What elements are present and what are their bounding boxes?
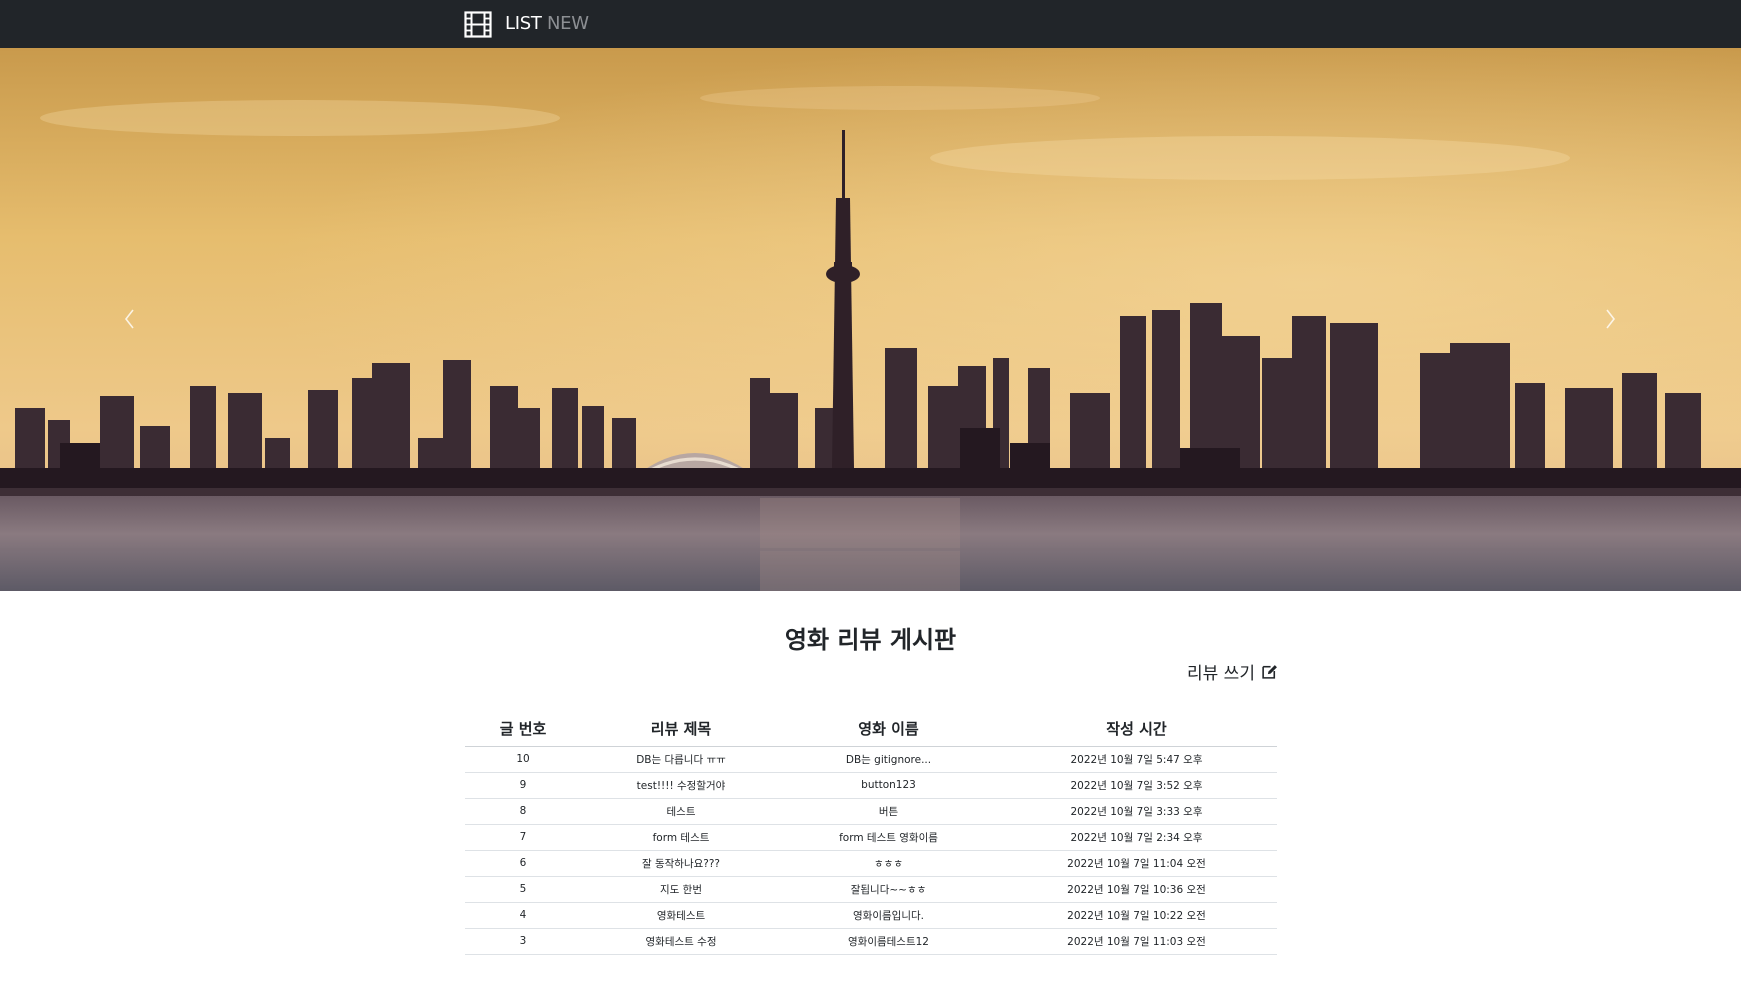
table-header-row: 글 번호 리뷰 제목 영화 이름 작성 시간 xyxy=(465,712,1277,747)
write-review-label: 리뷰 쓰기 xyxy=(1187,663,1255,684)
film-icon[interactable] xyxy=(464,11,492,38)
review-table: 글 번호 리뷰 제목 영화 이름 작성 시간 10 DB는 다릅니다 ㅠㅠ DB는 … xyxy=(465,712,1277,955)
table-row[interactable]: 4 영화테스트 영화이름입니다. 2022년 10월 7일 10:22 오전 xyxy=(465,902,1277,929)
review-number: 5 xyxy=(465,876,581,903)
review-number: 7 xyxy=(465,824,581,851)
movie-name: 잘됩니다~~ㅎㅎ xyxy=(781,876,996,903)
movie-name: 영화이름테스트12 xyxy=(781,928,996,955)
carousel-prev-button[interactable] xyxy=(70,48,190,591)
pencil-square-icon xyxy=(1262,664,1277,679)
board-title: 영화 리뷰 게시판 xyxy=(784,626,957,654)
review-number: 6 xyxy=(465,850,581,877)
movie-name: 영화이름입니다. xyxy=(781,902,996,929)
review-title: 테스트 xyxy=(581,798,781,825)
review-title: test!!!! 수정할거야 xyxy=(581,772,781,799)
created-time: 2022년 10월 7일 10:36 오전 xyxy=(996,876,1277,903)
column-header-time: 작성 시간 xyxy=(996,712,1277,747)
review-title: 영화테스트 수정 xyxy=(581,928,781,955)
review-number: 8 xyxy=(465,798,581,825)
table-row[interactable]: 3 영화테스트 수정 영화이름테스트12 2022년 10월 7일 11:03 오전 xyxy=(465,928,1277,955)
created-time: 2022년 10월 7일 3:52 오후 xyxy=(996,772,1277,799)
table-row[interactable]: 9 test!!!! 수정할거야 button123 2022년 10월 7일 3:5… xyxy=(465,772,1277,799)
top-navbar: LIST NEW xyxy=(0,0,1741,48)
column-header-movie: 영화 이름 xyxy=(781,712,996,747)
column-header-number: 글 번호 xyxy=(465,712,581,747)
created-time: 2022년 10월 7일 5:47 오후 xyxy=(996,746,1277,773)
review-number: 10 xyxy=(465,746,581,773)
table-row[interactable]: 8 테스트 버튼 2022년 10월 7일 3:33 오후 xyxy=(465,798,1277,825)
chevron-right-icon xyxy=(1606,309,1616,329)
review-title: 지도 한번 xyxy=(581,876,781,903)
created-time: 2022년 10월 7일 2:34 오후 xyxy=(996,824,1277,851)
review-number: 3 xyxy=(465,928,581,955)
created-time: 2022년 10월 7일 10:22 오전 xyxy=(996,902,1277,929)
review-number: 4 xyxy=(465,902,581,929)
hero-carousel xyxy=(0,48,1741,591)
review-number: 9 xyxy=(465,772,581,799)
movie-name: form 테스트 영화이름 xyxy=(781,824,996,851)
movie-name: ㅎㅎㅎ xyxy=(781,850,996,877)
created-time: 2022년 10월 7일 3:33 오후 xyxy=(996,798,1277,825)
review-title: 영화테스트 xyxy=(581,902,781,929)
column-header-title: 리뷰 제목 xyxy=(581,712,781,747)
table-row[interactable]: 10 DB는 다릅니다 ㅠㅠ DB는 gitignore... 2022년 10월 7… xyxy=(465,746,1277,773)
city-skyline-image xyxy=(0,48,1741,591)
carousel-next-button[interactable] xyxy=(1550,48,1670,591)
movie-name: 버튼 xyxy=(781,798,996,825)
created-time: 2022년 10월 7일 11:03 오전 xyxy=(996,928,1277,955)
review-title: 잘 동작하나요??? xyxy=(581,850,781,877)
table-row[interactable]: 7 form 테스트 form 테스트 영화이름 2022년 10월 7일 2:34 … xyxy=(465,824,1277,851)
movie-name: button123 xyxy=(781,772,996,799)
nav-link-list[interactable]: LIST xyxy=(505,12,542,36)
table-row[interactable]: 6잘 동작하나요??? ㅎㅎㅎ 2022년 10월 7일 11:04 오전 xyxy=(465,850,1277,877)
chevron-left-icon xyxy=(124,309,134,329)
write-review-button[interactable]: 리뷰 쓰기 xyxy=(1187,659,1278,684)
review-title: DB는 다릅니다 ㅠㅠ xyxy=(581,746,781,773)
table-row[interactable]: 5 지도 한번 잘됩니다~~ㅎㅎ 2022년 10월 7일 10:36 오전 xyxy=(465,876,1277,903)
movie-name: DB는 gitignore... xyxy=(781,746,996,773)
nav-link-new[interactable]: NEW xyxy=(547,12,589,36)
created-time: 2022년 10월 7일 11:04 오전 xyxy=(996,850,1277,877)
review-title: form 테스트 xyxy=(581,824,781,851)
